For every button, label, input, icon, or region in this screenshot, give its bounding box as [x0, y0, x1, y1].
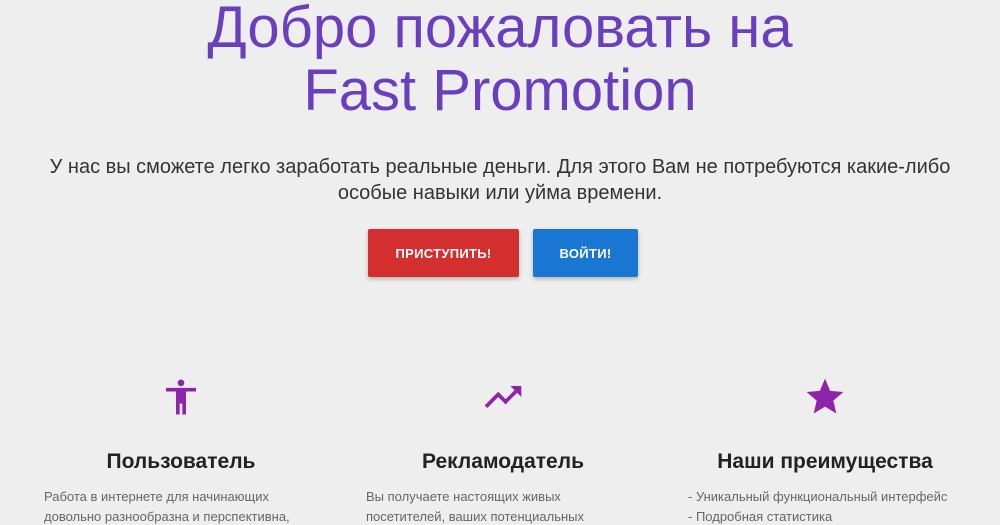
hero-subtitle: У нас вы сможете легко заработать реальн…: [49, 156, 951, 204]
feature-title-advertiser: Рекламодатель: [422, 450, 584, 473]
login-button[interactable]: ВОЙТИ!: [533, 229, 638, 277]
feature-title-advantages: Наши преимущества: [717, 450, 933, 473]
feature-text-advantages: - Уникальный функциональный интерфейс - …: [688, 487, 968, 525]
feature-text-line: довольно разнообразна и перспективна,: [44, 509, 290, 524]
hero-title-line-1: Добро пожаловать на: [207, 0, 793, 60]
feature-text-line: Работа в интернете для начинающих: [44, 489, 269, 504]
feature-title-user: Пользователь: [106, 450, 256, 473]
feature-text-line: Вы получаете настоящих живых: [366, 489, 561, 504]
feature-text-advertiser: Вы получаете настоящих живых посетителей…: [366, 487, 626, 525]
landing-page: Добро пожаловать на Fast Promotion У нас…: [0, 0, 1000, 525]
feature-text-line: посетителей, ваших потенциальных: [366, 509, 585, 524]
feature-text-line: - Подробная статистика: [688, 509, 833, 524]
star-icon: [802, 374, 848, 420]
start-button[interactable]: ПРИСТУПИТЬ!: [368, 229, 519, 277]
trending-up-icon: [480, 374, 526, 420]
feature-text-line: - Уникальный функциональный интерфейс: [688, 489, 948, 504]
feature-text-user: Работа в интернете для начинающих доволь…: [44, 487, 314, 525]
person-icon: [158, 374, 204, 420]
hero-title-line-2: Fast Promotion: [303, 58, 697, 123]
